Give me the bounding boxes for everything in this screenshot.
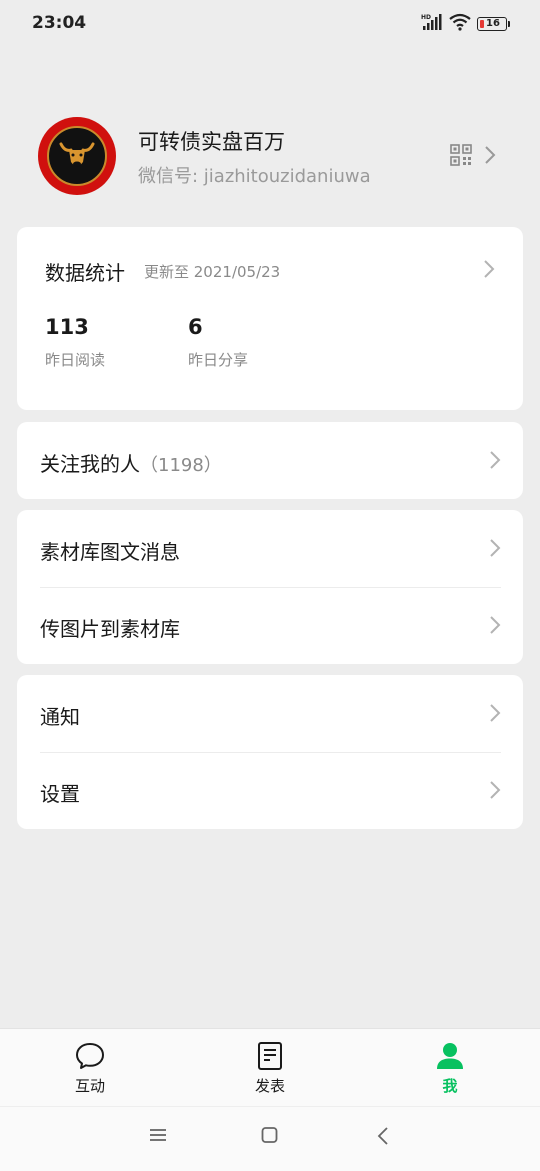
row-label: 传图片到素材库: [40, 617, 180, 641]
tab-interaction[interactable]: 互动: [30, 1029, 150, 1107]
stats-title: 数据统计: [45, 261, 125, 285]
home-icon[interactable]: [261, 1127, 278, 1147]
bottom-tab-bar: 互动 发表 我: [0, 1028, 540, 1107]
wifi-icon: [449, 13, 471, 35]
battery-level: 16: [486, 18, 500, 29]
stat-yesterday-shares: 6 昨日分享: [188, 315, 248, 370]
settings-row[interactable]: 设置: [17, 752, 523, 829]
chat-bubble-icon: [75, 1041, 105, 1071]
profile-actions[interactable]: [450, 144, 496, 170]
stat-label: 昨日阅读: [45, 351, 106, 369]
status-bar: 23:04 HD 16: [0, 0, 540, 50]
avatar[interactable]: [38, 117, 116, 195]
chevron-right-icon: [489, 615, 501, 639]
stat-value: 113: [45, 315, 89, 339]
profile-name: 可转债实盘百万: [138, 130, 285, 154]
stat-value: 6: [188, 315, 203, 339]
wechat-id: 微信号: jiazhitouzidaniuwa: [138, 166, 371, 187]
row-label: 设置: [40, 782, 80, 806]
tab-label: 发表: [254, 1077, 285, 1095]
stat-yesterday-reads: 113 昨日阅读: [45, 315, 105, 370]
chevron-right-icon: [483, 259, 495, 283]
row-label: 通知: [40, 705, 80, 729]
status-icons: HD 16: [421, 13, 510, 35]
tab-publish[interactable]: 发表: [210, 1029, 330, 1107]
document-icon: [257, 1041, 283, 1071]
followers-title: 关注我的人: [40, 452, 140, 476]
notifications-row[interactable]: 通知: [17, 675, 523, 752]
back-icon[interactable]: [377, 1127, 389, 1149]
followers-row[interactable]: 关注我的人（1198）: [17, 422, 523, 499]
chevron-right-icon: [484, 145, 496, 169]
chevron-right-icon: [489, 538, 501, 562]
tab-label: 互动: [74, 1077, 105, 1095]
person-icon: [435, 1041, 465, 1071]
followers-count: （1198）: [140, 455, 222, 476]
stats-updated-date: 更新至 2021/05/23: [144, 263, 281, 281]
stat-label: 昨日分享: [188, 351, 249, 369]
battery-icon: 16: [477, 17, 510, 31]
status-time: 23:04: [32, 13, 87, 33]
materials-library-row[interactable]: 素材库图文消息: [17, 510, 523, 587]
settings-card: 通知 设置: [17, 675, 523, 829]
menu-icon[interactable]: [149, 1127, 167, 1147]
row-label: 素材库图文消息: [40, 540, 180, 564]
materials-card: 素材库图文消息 传图片到素材库: [17, 510, 523, 664]
chevron-right-icon: [489, 703, 501, 727]
followers-label: 关注我的人（1198）: [40, 448, 222, 477]
system-nav-bar: [0, 1106, 540, 1171]
upload-images-row[interactable]: 传图片到素材库: [17, 587, 523, 664]
tab-label: 我: [442, 1077, 458, 1095]
signal-icon: HD: [421, 13, 443, 35]
chevron-right-icon: [489, 450, 501, 474]
bull-logo-icon: [47, 126, 107, 186]
qr-code-icon[interactable]: [450, 144, 472, 170]
network-type-label: HD: [421, 14, 431, 21]
tab-me[interactable]: 我: [390, 1029, 510, 1107]
chevron-right-icon: [489, 780, 501, 804]
profile-header[interactable]: 可转债实盘百万 微信号: jiazhitouzidaniuwa: [0, 110, 540, 202]
stats-card[interactable]: 数据统计 更新至 2021/05/23 113 昨日阅读 6 昨日分享: [17, 227, 523, 410]
followers-card: 关注我的人（1198）: [17, 422, 523, 499]
